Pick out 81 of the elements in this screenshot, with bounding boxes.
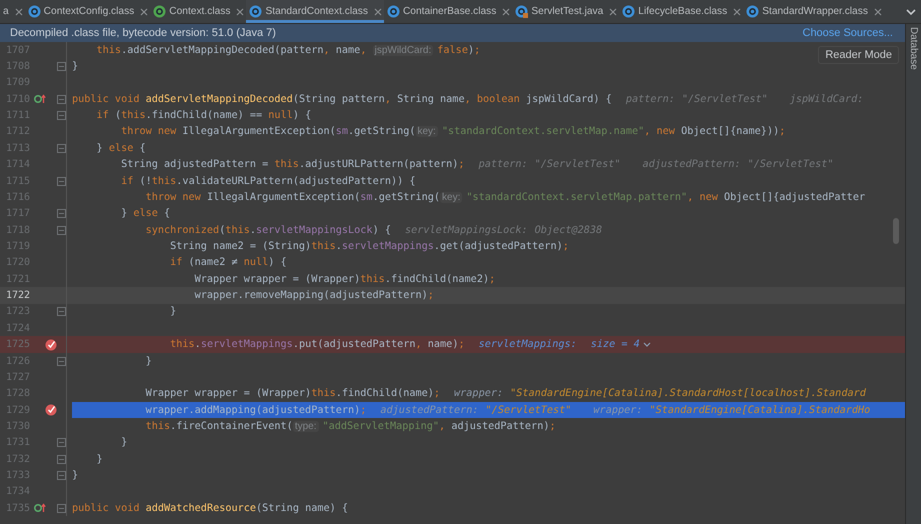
inline-debug-value: servletMappings: size = 4 (478, 339, 640, 350)
code-line: } (72, 470, 78, 482)
breakpoint-icon[interactable] (44, 404, 57, 416)
code-line: this.fireContainerEvent( type: "addServletMapping", adjustedPattern); (146, 420, 556, 432)
fold-icon[interactable] (57, 438, 66, 448)
file-type-icon (28, 5, 41, 18)
close-icon[interactable] (502, 8, 510, 16)
close-icon[interactable] (609, 8, 618, 16)
code-line: Wrapper wrapper = (Wrapper)this.findChild(name2); (194, 274, 496, 285)
fold-icon[interactable] (57, 471, 66, 480)
code-line: wrapper.addMapping(adjustedPattern); (146, 404, 366, 416)
code-line: } (170, 306, 176, 318)
file-type-icon (622, 5, 636, 18)
file-type-icon (386, 5, 400, 18)
fold-icon[interactable] (57, 307, 66, 316)
file-type-icon (746, 5, 760, 18)
inline-debug-value: wrapper: "StandardEngine[Catalina].StandardHost[localhost].Standard (454, 388, 866, 400)
inline-debug-value: servletMappingsLock: Object@2838 (404, 224, 602, 236)
expand-icon[interactable] (642, 342, 651, 348)
code-line: public void addServletMappingDecoded(String pattern, String name, boolean jspWildCard) { (72, 94, 612, 105)
editor-tab[interactable]: LifecycleBase.class (619, 0, 744, 23)
code-line: } else { (121, 208, 170, 220)
editor-tab[interactable]: StandardContext.class (246, 0, 384, 23)
fold-icon[interactable] (57, 144, 66, 153)
fold-icon[interactable] (57, 111, 66, 120)
code-line: } (72, 61, 78, 72)
fold-icon[interactable] (57, 62, 66, 72)
fold-icon[interactable] (57, 209, 66, 218)
code-line: if (this.findChild(name) == null) { (96, 110, 312, 122)
file-type-icon (515, 5, 528, 18)
fold-icon[interactable] (57, 94, 66, 104)
close-icon[interactable] (874, 8, 882, 16)
code-line: throw new IllegalArgumentException(sm.getString( key: "standardContext.servletMap.name", new Object[]{name})); (121, 126, 786, 138)
editor-tab[interactable]: StandardWrapper.class (743, 0, 884, 23)
code-line: } else { (96, 142, 146, 154)
code-line: public void addWatchedResource(String name) { (72, 502, 348, 514)
code-line: } (146, 356, 152, 366)
code-line: if (name2 ≠ null) { (170, 257, 287, 268)
close-icon[interactable] (733, 8, 742, 16)
fold-icon[interactable] (57, 226, 66, 235)
fold-icon[interactable] (57, 504, 66, 513)
close-icon[interactable] (140, 8, 148, 16)
override-marker-icon[interactable] (34, 94, 46, 104)
close-icon[interactable] (374, 8, 382, 16)
code-line: String adjustedPattern = this.adjustURLPattern(pattern); (121, 159, 465, 170)
code-line: if (!this.validateURLPattern(adjustedPattern)) { (121, 176, 416, 187)
inline-debug-value: pattern: "/ServletTest" (478, 159, 621, 170)
code-line: } (121, 437, 128, 448)
reader-mode-button[interactable]: Reader Mode (818, 46, 899, 64)
file-type-icon (249, 5, 262, 18)
inline-debug-value: adjustedPattern: "/ServletTest" (380, 404, 572, 416)
line-number: 1725 (5, 339, 32, 350)
close-icon[interactable] (14, 8, 23, 16)
fold-icon[interactable] (57, 356, 66, 366)
fold-icon[interactable] (57, 454, 66, 464)
scrollbar-thumb[interactable] (893, 218, 899, 244)
editor-tab[interactable]: ContainerBase.class (384, 0, 512, 23)
line-number: 1722 (5, 290, 32, 302)
fold-icon[interactable] (57, 176, 66, 186)
editor-tab[interactable]: ContextConfig.class (24, 0, 150, 23)
code-line: throw new IllegalArgumentException(sm.getString( key: "standardContext.servletMap.pattern", new Object[]{adjustedPatter (146, 192, 866, 203)
editor-tab[interactable]: ServletTest.java (512, 0, 620, 23)
code-line: wrapper.removeMapping(adjustedPattern); (194, 290, 434, 302)
code-line: this.addServletMappingDecoded(pattern, name, jspWildCard: false); (96, 44, 480, 56)
code-line: } (96, 454, 103, 465)
code-line: String name2 = (String)this.servletMappings.get(adjustedPattern); (170, 240, 569, 252)
editor-tab[interactable]: Context.class (150, 0, 246, 23)
banner-message: Decompiled .class file, bytecode version: 51.0 (Java 7) (10, 27, 276, 39)
override-marker-icon[interactable] (34, 503, 46, 514)
inline-debug-value: adjustedPattern: "/ServletTest" (642, 159, 834, 170)
close-icon[interactable] (236, 8, 244, 16)
code-line: Wrapper wrapper = (Wrapper)this.findChild(name); (146, 388, 440, 400)
file-type-icon (153, 5, 166, 18)
inline-debug-value: jspWildCard: (790, 94, 864, 105)
code-line: this.servletMappings.put(adjustedPattern, name); (170, 339, 465, 350)
inline-debug-value: pattern: "/ServletTest" (626, 94, 768, 105)
breakpoint-icon[interactable] (44, 338, 57, 351)
code-line: synchronized(this.servletMappingsLock) { (146, 224, 391, 236)
editor-tab[interactable]: a (0, 0, 25, 23)
inline-debug-value: wrapper: "StandardEngine[Catalina].StandardHo (593, 404, 870, 416)
choose-sources-link[interactable]: Choose Sources... (802, 27, 893, 39)
